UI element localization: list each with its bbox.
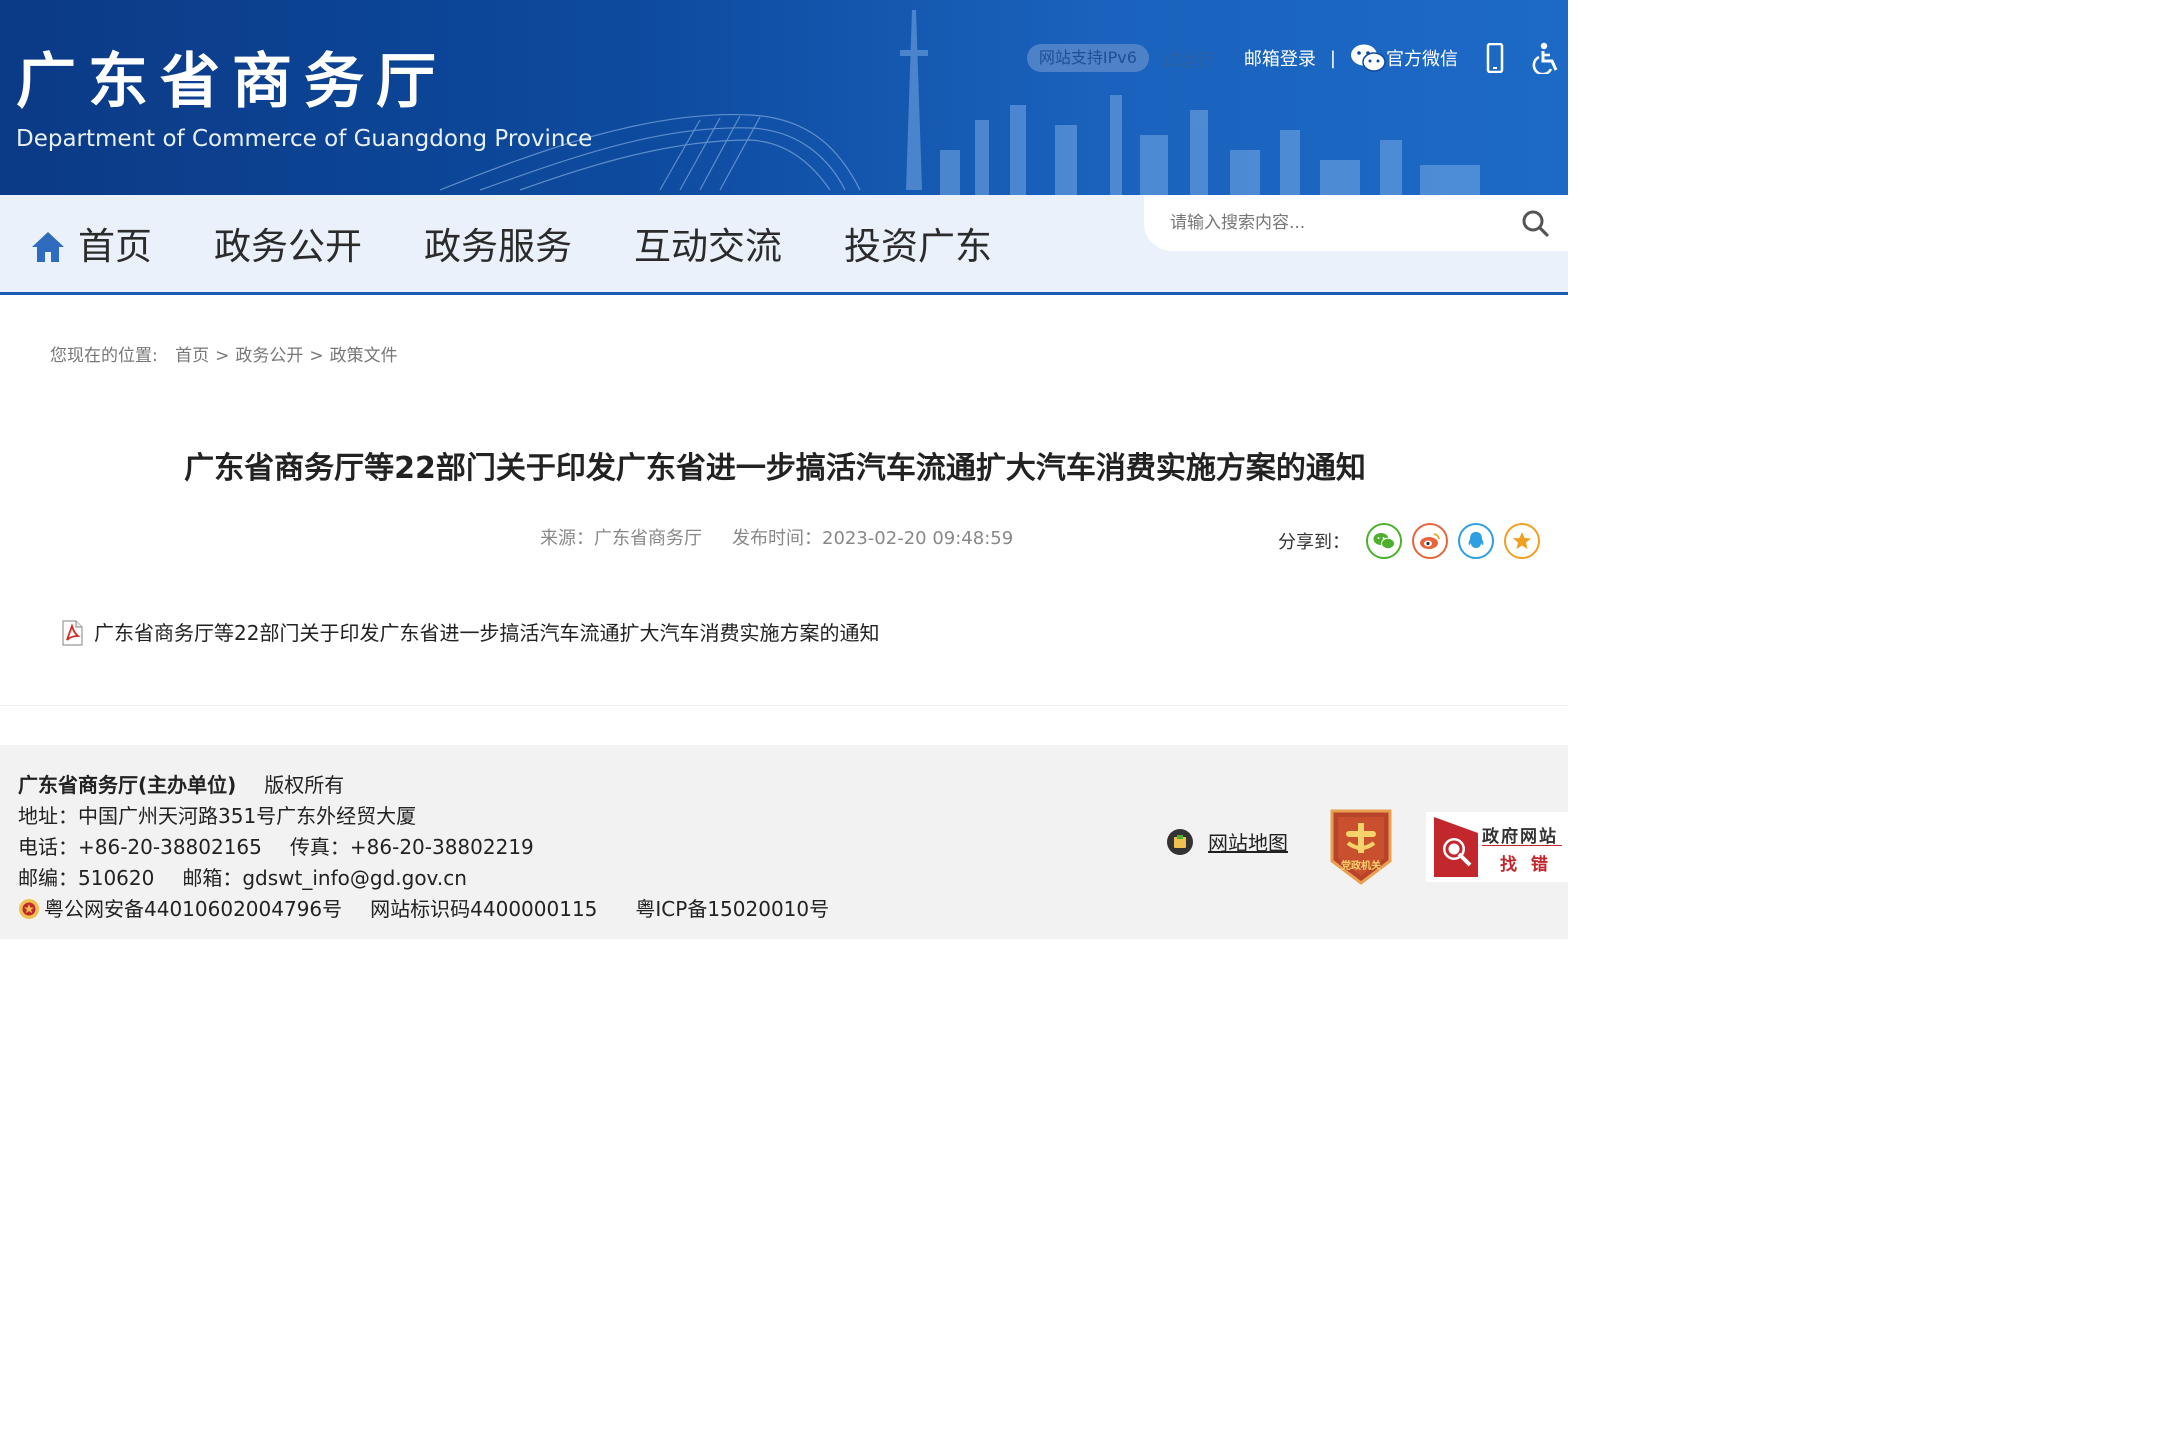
breadcrumb-separator: > — [215, 346, 230, 366]
footer-postcode: 邮编：510620 — [18, 866, 155, 890]
article-meta: 来源：广东省商务厅 发布时间：2023-02-20 09:48:59 — [540, 526, 1013, 552]
sitemap-icon — [1167, 828, 1193, 855]
footer-fax: 传真：+86-20-38802219 — [289, 835, 534, 859]
official-wechat-link[interactable]: 官方微信 — [1350, 43, 1458, 73]
footer-address: 地址：中国广州天河路351号广东外经贸大厦 — [18, 804, 417, 828]
nav-item-government-affairs[interactable]: 政务公开 — [214, 225, 362, 269]
footer-postal-line: 邮编：510620 邮箱：gdswt_info@gd.gov.cn — [18, 863, 467, 893]
footer-police-record[interactable]: 粤公网安备44010602004796号 — [44, 894, 342, 924]
footer: 广东省商务厅(主办单位) 版权所有 地址：中国广州天河路351号广东外经贸大厦 电… — [0, 745, 1568, 939]
mail-login-link[interactable]: 邮箱登录 — [1244, 45, 1316, 71]
trial-label[interactable]: 试运行 — [1163, 46, 1214, 71]
party-badge-label: 党政机关 — [1341, 859, 1381, 872]
nav-item-interaction[interactable]: 互动交流 — [634, 225, 782, 269]
site-subtitle: Department of Commerce of Guangdong Prov… — [16, 126, 593, 152]
gov-error-rule — [1482, 845, 1562, 846]
sitemap-label: 网站地图 — [1208, 831, 1288, 855]
nav-item-government-services[interactable]: 政务服务 — [424, 225, 572, 269]
magnifier-icon — [1434, 817, 1478, 877]
search-icon[interactable] — [1520, 208, 1550, 238]
content-divider — [0, 705, 1568, 706]
footer-contact-line: 电话：+86-20-38802165 传真：+86-20-38802219 — [18, 832, 534, 862]
share-wechat-button[interactable] — [1366, 523, 1402, 559]
attachment-label: 广东省商务厅等22部门关于印发广东省进一步搞活汽车流通扩大汽车消费实施方案的通知 — [94, 621, 880, 645]
skyline-illustration — [439, 10, 1480, 195]
nav-item-home-label: 首页 — [78, 225, 152, 268]
breadcrumb-separator: > — [309, 346, 324, 366]
breadcrumb-home[interactable]: 首页 — [175, 346, 209, 366]
party-government-badge-icon[interactable]: 党政机关 — [1326, 805, 1396, 887]
star-icon — [1513, 532, 1531, 549]
nav-item-home[interactable]: 首页 — [30, 225, 152, 269]
footer-site-code: 网站标识码4400000115 — [370, 897, 598, 921]
footer-icp[interactable]: 粤ICP备15020010号 — [635, 894, 829, 924]
breadcrumb-government-affairs[interactable]: 政务公开 — [235, 346, 303, 366]
accessibility-icon[interactable] — [1532, 42, 1562, 74]
breadcrumb-prefix: 您现在的位置: — [50, 346, 158, 366]
gov-error-line2: 找 错 — [1500, 855, 1552, 875]
gov-website-error-report[interactable]: 政府网站 找 错 — [1426, 812, 1568, 882]
official-wechat-label: 官方微信 — [1386, 49, 1458, 70]
breadcrumb-policy-documents[interactable]: 政策文件 — [330, 346, 398, 366]
article-source: 来源：广东省商务厅 — [540, 528, 702, 549]
share-favorite-button[interactable] — [1504, 523, 1540, 559]
share-qq-button[interactable] — [1458, 523, 1494, 559]
wechat-icon — [1373, 533, 1395, 550]
gov-error-line1: 政府网站 — [1482, 827, 1558, 847]
home-icon — [32, 232, 64, 262]
wechat-icon — [1351, 44, 1386, 72]
ipv6-badge: 网站支持IPv6 — [1026, 44, 1149, 72]
mobile-icon[interactable] — [1486, 43, 1504, 73]
share-weibo-button[interactable] — [1412, 523, 1448, 559]
footer-org: 广东省商务厅(主办单位) — [18, 773, 237, 797]
article-title: 广东省商务厅等22部门关于印发广东省进一步搞活汽车流通扩大汽车消费实施方案的通知 — [184, 451, 1366, 486]
top-links: 网站支持IPv6 试运行 邮箱登录 | 官方微信 — [1026, 38, 1568, 78]
qq-icon — [1468, 532, 1484, 548]
article-publish-time: 发布时间：2023-02-20 09:48:59 — [732, 528, 1014, 549]
share-label: 分享到： — [1278, 532, 1350, 553]
footer-email: 邮箱：gdswt_info@gd.gov.cn — [182, 866, 467, 890]
header-banner: 广东省商务厅 Department of Commerce of Guangdo… — [0, 0, 1568, 195]
footer-copyright: 版权所有 — [264, 773, 345, 797]
footer-phone: 电话：+86-20-38802165 — [18, 835, 262, 859]
nav-item-invest-guangdong[interactable]: 投资广东 — [844, 225, 992, 269]
site-title: 广东省商务厅 — [16, 47, 448, 117]
share-bar: 分享到： — [1278, 523, 1550, 559]
top-separator: | — [1329, 47, 1336, 69]
search-input[interactable] — [1170, 207, 1500, 239]
footer-owner-line: 广东省商务厅(主办单位) 版权所有 — [18, 770, 344, 800]
breadcrumb: 您现在的位置: 首页 > 政务公开 > 政策文件 — [50, 343, 398, 369]
police-badge-icon — [19, 899, 39, 919]
weibo-icon — [1420, 533, 1440, 549]
footer-records-line: 粤公网安备44010602004796号 网站标识码4400000115 粤IC… — [18, 894, 829, 924]
pdf-icon — [62, 620, 83, 646]
sitemap-link[interactable]: 网站地图 — [1166, 827, 1288, 856]
attachment-link[interactable]: 广东省商务厅等22部门关于印发广东省进一步搞活汽车流通扩大汽车消费实施方案的通知 — [60, 618, 879, 648]
search-box — [1144, 195, 1568, 251]
